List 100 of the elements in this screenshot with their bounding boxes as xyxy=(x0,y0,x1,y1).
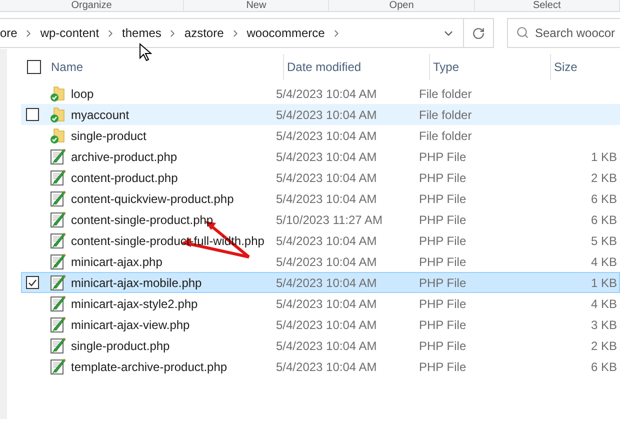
file-row[interactable]: minicart-ajax-view.php 5/4/2023 10:04 AM PHP File 3 KB xyxy=(21,314,620,335)
date-modified: 5/4/2023 10:04 AM xyxy=(276,170,378,186)
edited-file-icon xyxy=(50,169,66,186)
date-modified: 5/4/2023 10:04 AM xyxy=(276,148,378,166)
mouse-pointer-icon xyxy=(139,43,152,62)
file-row[interactable]: content-single-product.php 5/10/2023 11:27 AM PHP File 6 KB xyxy=(21,209,620,230)
search-field[interactable]: Search woocor xyxy=(507,18,620,48)
file-name: content-product.php xyxy=(71,170,178,186)
file-type: PHP File xyxy=(419,148,468,166)
date-modified: 5/4/2023 10:04 AM xyxy=(276,338,378,354)
file-name: minicart-ajax-mobile.php xyxy=(71,274,202,292)
file-name: minicart-ajax-style2.php xyxy=(71,296,198,312)
column-header[interactable]: Type xyxy=(433,58,460,76)
date-modified: 5/10/2023 11:27 AM xyxy=(276,212,384,228)
file-name: archive-product.php xyxy=(71,148,178,166)
ribbon-group-label: New xyxy=(246,0,266,11)
file-size: 6 KB xyxy=(590,190,617,208)
edited-file-icon xyxy=(50,316,66,333)
file-type: PHP File xyxy=(419,254,468,270)
search-icon xyxy=(516,26,529,39)
file-name: template-archive-product.php xyxy=(71,358,228,376)
file-type: File folder xyxy=(419,106,473,124)
file-name: myaccount xyxy=(71,106,130,124)
breadcrumb-item[interactable]: wp-content xyxy=(40,24,100,42)
file-row[interactable]: myaccount 5/4/2023 10:04 AM File folder xyxy=(21,104,620,125)
edited-file-icon xyxy=(50,337,66,354)
file-type: PHP File xyxy=(419,358,468,376)
edited-file-icon xyxy=(50,190,66,207)
breadcrumb-item[interactable]: ore xyxy=(0,24,18,42)
edited-file-icon xyxy=(50,232,66,249)
breadcrumb-item[interactable]: azstore xyxy=(184,24,224,42)
column-header[interactable]: Size xyxy=(554,58,578,76)
file-type: PHP File xyxy=(419,316,468,334)
ribbon-group-label: Select xyxy=(532,0,561,11)
file-name: minicart-ajax.php xyxy=(71,254,162,270)
file-name: minicart-ajax-view.php xyxy=(71,316,190,334)
date-modified: 5/4/2023 10:04 AM xyxy=(276,274,378,292)
date-modified: 5/4/2023 10:04 AM xyxy=(276,232,378,250)
file-size: 5 KB xyxy=(590,232,617,250)
column-header[interactable]: Name xyxy=(51,58,84,76)
file-type: PHP File xyxy=(419,296,468,312)
folder-icon xyxy=(50,86,66,102)
breadcrumb-item[interactable]: themes xyxy=(122,24,162,42)
file-name: content-single-product.php xyxy=(71,212,214,228)
file-type: File folder xyxy=(419,128,473,144)
date-modified: 5/4/2023 10:04 AM xyxy=(276,128,378,144)
folder-icon xyxy=(50,106,66,122)
file-type: File folder xyxy=(419,86,473,102)
file-size: 6 KB xyxy=(590,212,617,228)
file-row[interactable]: template-archive-product.php 5/4/2023 10:04 AM PHP File 6 KB xyxy=(21,356,620,377)
file-row[interactable]: minicart-ajax-mobile.php 5/4/2023 10:04 AM PHP File 1 KB xyxy=(21,272,620,293)
file-row[interactable]: single-product 5/4/2023 10:04 AM File folder xyxy=(21,125,620,146)
date-modified: 5/4/2023 10:04 AM xyxy=(276,254,378,270)
date-modified: 5/4/2023 10:04 AM xyxy=(276,358,378,376)
file-size: 2 KB xyxy=(590,338,617,354)
row-checkbox[interactable] xyxy=(26,108,38,121)
file-name: content-quickview-product.php xyxy=(71,190,234,208)
file-name: single-product.php xyxy=(71,338,170,354)
file-type: PHP File xyxy=(419,232,468,250)
file-type: PHP File xyxy=(419,190,468,208)
edited-file-icon xyxy=(50,274,66,291)
file-row[interactable]: loop 5/4/2023 10:04 AM File folder xyxy=(21,83,620,104)
file-type: PHP File xyxy=(419,212,468,228)
date-modified: 5/4/2023 10:04 AM xyxy=(276,106,378,124)
file-row[interactable]: single-product.php 5/4/2023 10:04 AM PHP File 2 KB xyxy=(21,335,620,356)
edited-file-icon xyxy=(50,211,66,228)
file-size: 1 KB xyxy=(590,148,617,166)
file-row[interactable]: minicart-ajax-style2.php 5/4/2023 10:04 AM PHP File 4 KB xyxy=(21,293,620,314)
folder-icon xyxy=(50,128,66,144)
file-row[interactable]: content-product.php 5/4/2023 10:04 AM PHP File 2 KB xyxy=(21,167,620,188)
refresh-icon[interactable] xyxy=(472,26,485,40)
breadcrumb-item[interactable]: woocommerce xyxy=(246,24,325,42)
file-name: loop xyxy=(71,86,94,102)
edited-file-icon xyxy=(50,148,66,165)
file-size: 6 KB xyxy=(590,358,617,376)
file-size: 2 KB xyxy=(590,170,617,186)
file-row[interactable]: content-quickview-product.php 5/4/2023 10:04 AM PHP File 6 KB xyxy=(21,188,620,209)
file-row[interactable]: archive-product.php 5/4/2023 10:04 AM PHP File 1 KB xyxy=(21,146,620,167)
file-size: 4 KB xyxy=(590,254,617,270)
file-row[interactable]: minicart-ajax.php 5/4/2023 10:04 AM PHP File 4 KB xyxy=(21,251,620,272)
edited-file-icon xyxy=(50,295,66,312)
date-modified: 5/4/2023 10:04 AM xyxy=(276,296,378,312)
date-modified: 5/4/2023 10:04 AM xyxy=(276,86,378,102)
file-size: 4 KB xyxy=(590,296,617,312)
file-size: 1 KB xyxy=(590,274,617,292)
column-header[interactable]: Date modified xyxy=(287,58,362,76)
check-icon xyxy=(28,278,36,286)
ribbon-group-label: Open xyxy=(389,0,414,11)
file-type: PHP File xyxy=(419,170,468,186)
file-type: PHP File xyxy=(419,338,468,354)
file-size: 3 KB xyxy=(590,316,617,334)
ribbon-group-label: Organize xyxy=(71,0,112,11)
edited-file-icon xyxy=(50,253,66,270)
address-bar[interactable]: ore wp-content themes azstore woocommerce xyxy=(0,18,494,48)
date-modified: 5/4/2023 10:04 AM xyxy=(276,190,378,208)
file-type: PHP File xyxy=(419,274,468,292)
edited-file-icon xyxy=(50,358,66,375)
row-checkbox[interactable] xyxy=(26,276,38,289)
date-modified: 5/4/2023 10:04 AM xyxy=(276,316,378,334)
select-all-checkbox[interactable] xyxy=(27,60,41,74)
